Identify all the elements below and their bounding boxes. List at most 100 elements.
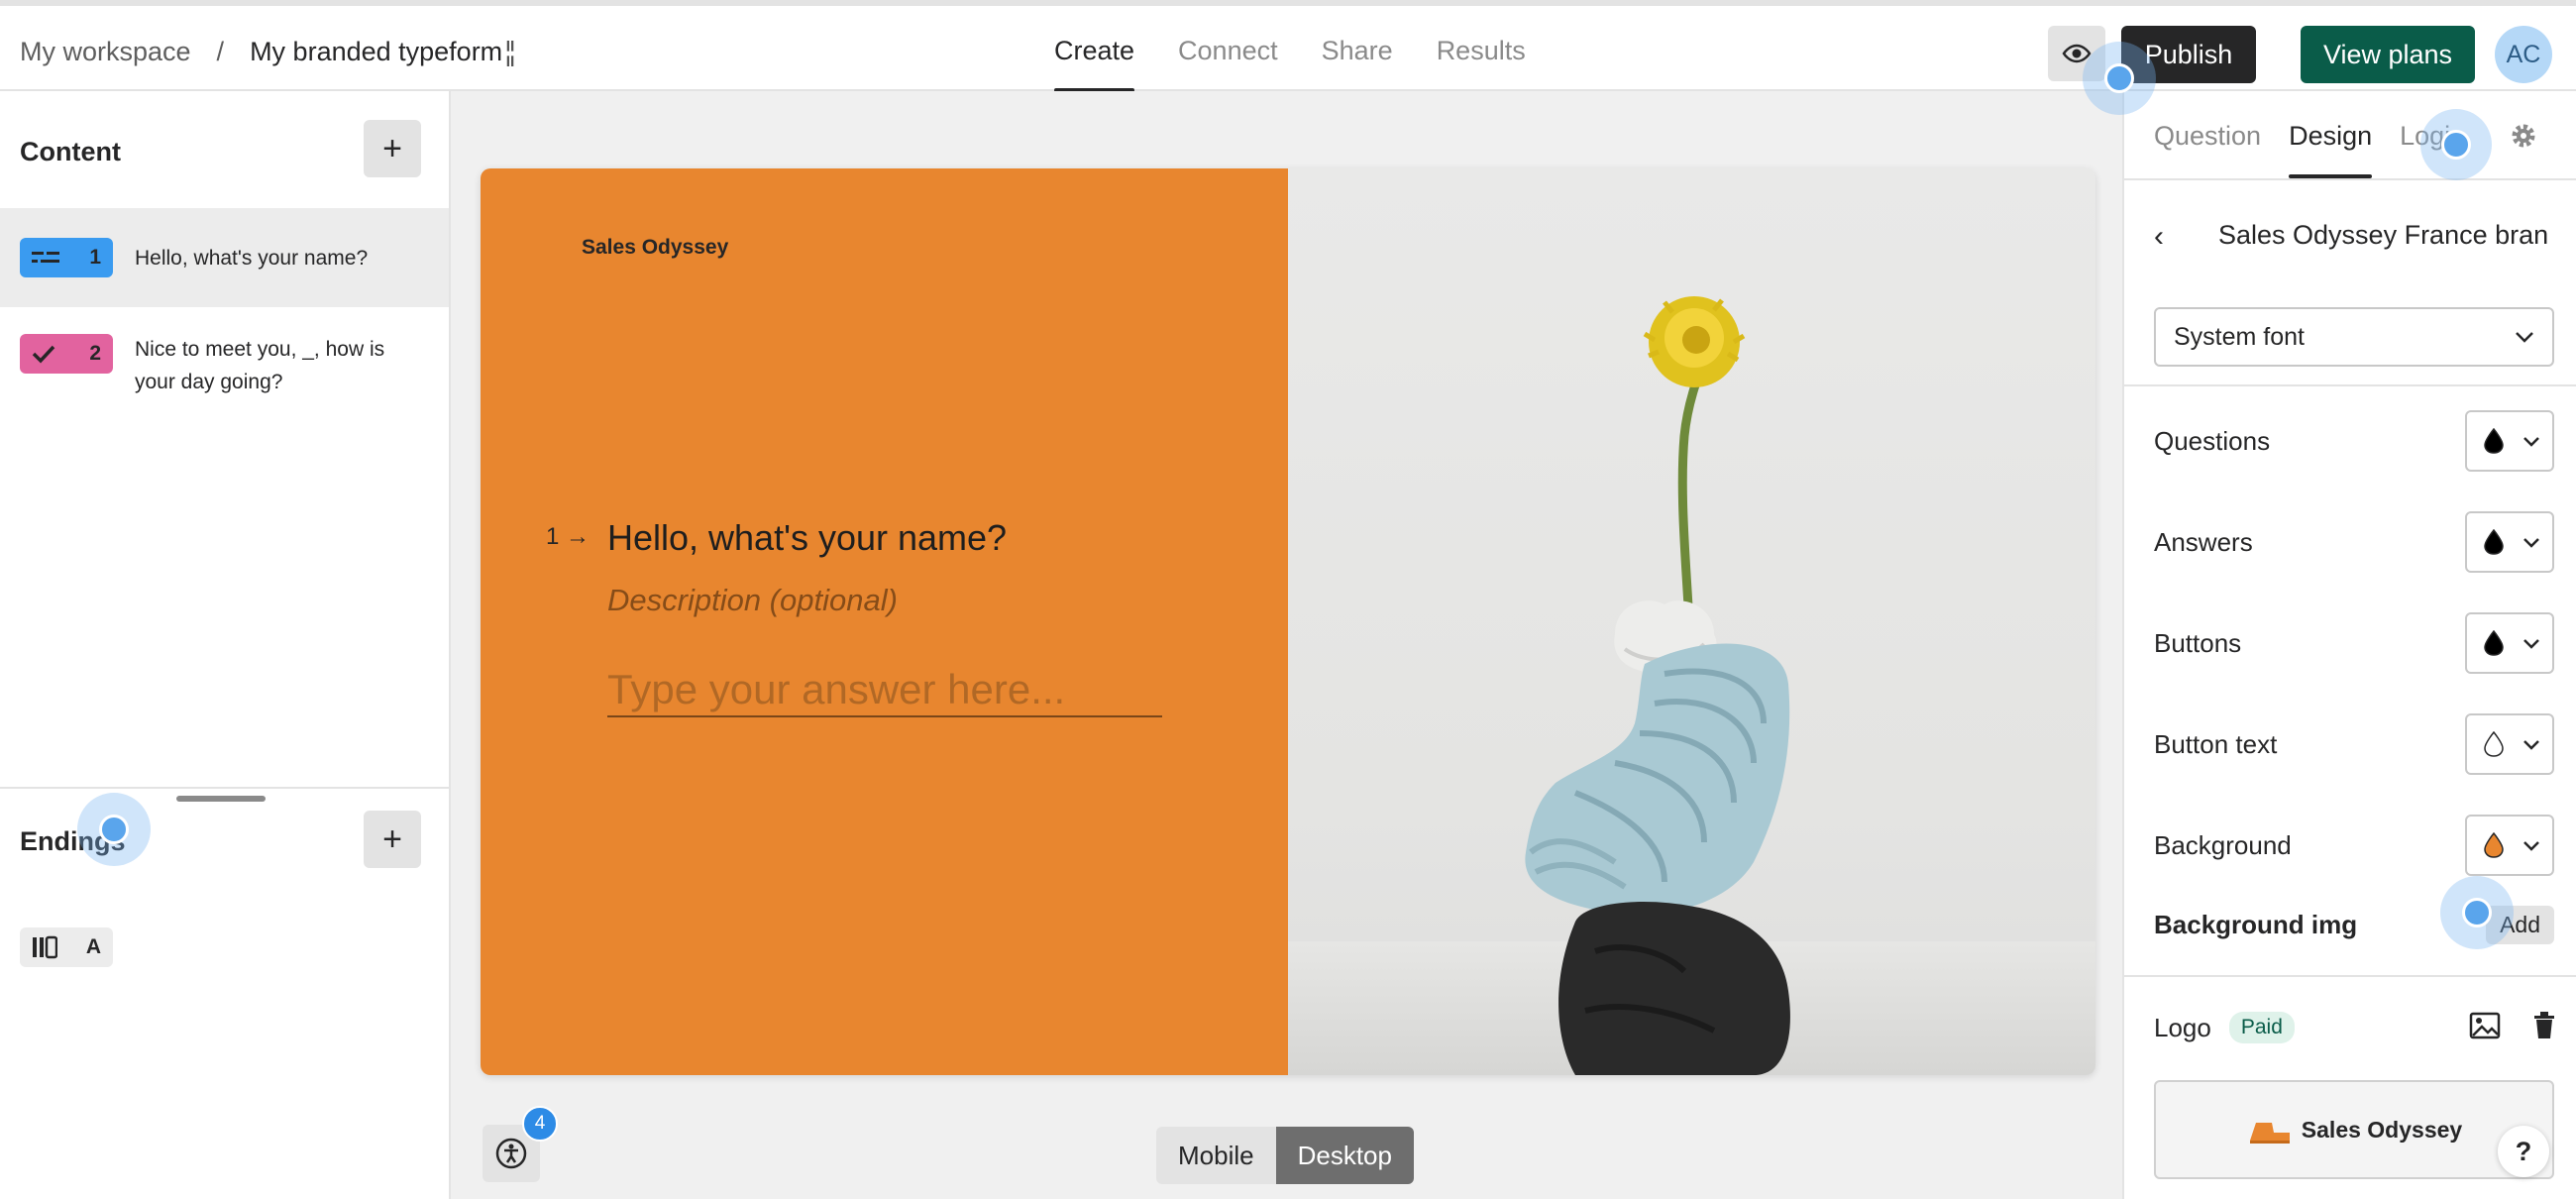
tab-connect[interactable]: Connect [1178,6,1278,91]
panel-divider [2124,384,2576,386]
color-drop-icon [2484,528,2504,555]
chevron-down-icon [2523,739,2539,750]
trash-icon[interactable] [2532,1011,2556,1040]
form-title-input[interactable]: My branded typeform [250,37,502,67]
sculpture-flower-image [1288,296,2095,1075]
question-type-badge: 1 [20,238,113,277]
background-image-label: Background img [2154,909,2358,939]
color-drop-icon [2484,730,2504,757]
breadcrumb-separator: / [216,36,225,66]
editor-canvas: Sales Odyssey 1 → Hello, what's your nam… [451,91,2122,1199]
preview-answer-input[interactable] [607,664,1162,717]
device-toggle: Mobile Desktop [1156,1127,1414,1184]
question-type-badge: 2 [20,334,113,374]
font-select[interactable]: System font [2154,307,2554,367]
section-divider [0,787,449,789]
buttons-color-picker[interactable] [2465,612,2554,674]
color-row-label: Buttons [2154,627,2242,658]
short-text-icon [32,252,59,263]
view-plans-button[interactable]: View plans [2301,26,2475,83]
gear-icon[interactable] [2509,121,2538,151]
chevron-left-icon[interactable]: ‹ [2154,220,2164,254]
question-list-item-1[interactable]: 1 Hello, what's your name? [0,208,449,307]
color-drop-icon [2484,427,2504,454]
panel-tabs: Question Design Logic [2154,91,2492,178]
preview-button[interactable] [2048,26,2105,81]
desktop-view-button[interactable]: Desktop [1275,1127,1414,1184]
eye-icon [2062,44,2092,63]
questions-color-picker[interactable] [2465,410,2554,472]
chevron-down-icon [2523,840,2539,851]
tab-design[interactable]: Design [2289,91,2373,178]
button-text-color-picker[interactable] [2465,713,2554,775]
tab-share[interactable]: Share [1322,6,1393,91]
color-row-button-text: Button text [2154,713,2554,775]
font-select-value: System font [2174,322,2305,351]
question-number: 2 [89,342,101,365]
logo-preview-box[interactable]: Sales Odyssey [2154,1080,2554,1179]
theme-name: Sales Odyssey France bran [2218,220,2549,250]
design-panel: Question Design Logic ‹ Sales Odyssey Fr… [2122,91,2576,1199]
ending-letter: A [85,935,101,958]
breadcrumb-workspace-link[interactable]: My workspace [20,37,191,67]
preview-question-number: 1 → [546,523,590,551]
logo-row: Logo Paid [2154,1007,2554,1048]
question-list-label: Hello, what's your name? [135,246,369,270]
add-content-button[interactable]: + [364,120,421,177]
color-row-questions: Questions [2154,410,2554,472]
help-button[interactable]: ? [2498,1126,2549,1177]
panel-divider [2124,975,2576,977]
preview-question-number-digit: 1 [546,523,560,550]
main-nav-tabs: Create Connect Share Results [1054,6,1569,92]
tab-results[interactable]: Results [1437,6,1526,91]
tab-create[interactable]: Create [1054,6,1135,92]
form-preview[interactable]: Sales Odyssey 1 → Hello, what's your nam… [481,168,2095,1075]
color-row-label: Button text [2154,728,2278,759]
color-drop-icon [2484,831,2504,858]
tab-logic[interactable]: Logic [2400,91,2464,178]
content-section-title: Content [20,137,121,166]
accessibility-icon [495,1138,527,1169]
color-row-background: Background [2154,815,2554,876]
endings-section-title: Endings [20,826,126,856]
image-icon[interactable] [2469,1012,2501,1039]
breadcrumb: My workspace / My branded typeform ¦¦ [20,36,516,67]
accessibility-issue-count-badge[interactable]: 4 [522,1106,558,1142]
color-row-label: Answers [2154,526,2253,557]
answers-color-picker[interactable] [2465,511,2554,573]
top-bar: My workspace / My branded typeform ¦¦ Cr… [0,0,2576,92]
publish-button[interactable]: Publish [2121,26,2256,83]
arrow-right-icon: → [559,523,590,550]
tab-question[interactable]: Question [2154,91,2261,178]
color-row-label: Questions [2154,425,2271,456]
add-ending-button[interactable]: + [364,811,421,868]
background-color-picker[interactable] [2465,815,2554,876]
color-row-buttons: Buttons [2154,612,2554,674]
chevron-down-icon [2523,537,2539,548]
add-background-image-button[interactable]: Add [2486,905,2554,944]
background-image-row: Background img Add [2154,904,2554,945]
avatar[interactable]: AC [2495,26,2552,83]
preview-question-title[interactable]: Hello, what's your name? [607,517,1007,559]
brand-logo-text: Sales Odyssey [582,236,729,259]
text-cursor-icon: ¦¦ [504,36,515,66]
mobile-view-button[interactable]: Mobile [1156,1127,1276,1184]
resize-handle[interactable] [176,796,266,802]
panel-divider [2124,178,2576,180]
paid-badge: Paid [2228,1012,2295,1043]
logo-label: Logo [2154,1012,2211,1042]
preview-description-field[interactable]: Description (optional) [607,583,898,618]
question-list-item-2[interactable]: 2 Nice to meet you, _, how is your day g… [0,327,449,416]
ending-list-item[interactable]: A [20,927,113,967]
brand-logo-icon [2249,1123,2290,1144]
chevron-down-icon [2523,436,2539,447]
ending-screen-icon [33,935,57,959]
question-number: 1 [89,246,101,269]
chevron-down-icon [2523,638,2539,649]
content-sidebar: Content + 1 Hello, what's your name? 2 N… [0,91,451,1199]
color-drop-icon [2484,629,2504,656]
color-row-label: Background [2154,829,2292,860]
checkmark-icon [32,345,55,364]
preview-image-area [1288,168,2095,1075]
logo-preview-text: Sales Odyssey [2301,1116,2463,1143]
